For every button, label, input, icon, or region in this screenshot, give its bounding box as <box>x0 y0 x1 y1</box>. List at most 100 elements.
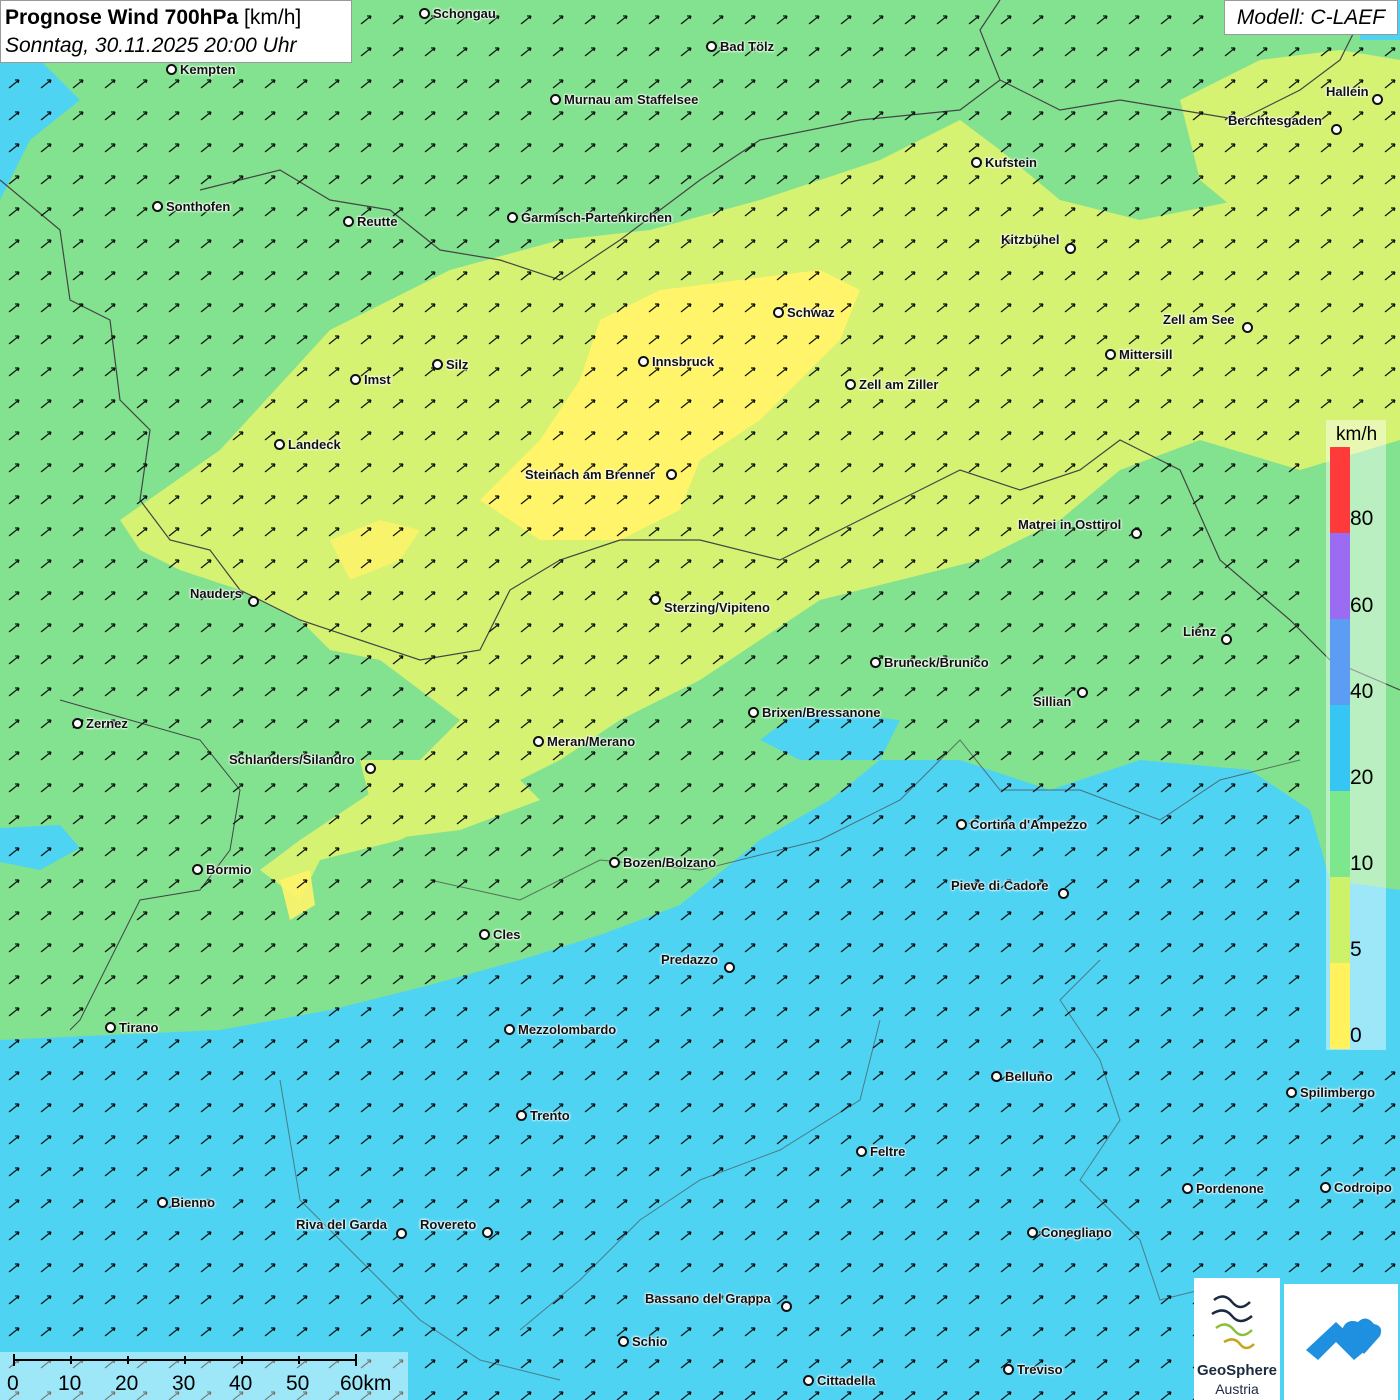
city-label: Schwaz <box>787 305 835 320</box>
city-label: Codroipo <box>1334 1180 1392 1195</box>
city-marker <box>504 1024 515 1035</box>
city-label: Zell am See <box>1163 312 1235 327</box>
city-marker <box>550 94 561 105</box>
city-label: Schlanders/Silandro <box>229 752 355 767</box>
scale-label-10: 10 <box>58 1372 82 1395</box>
legend-tick-60: 60 <box>1350 594 1374 617</box>
city-marker <box>365 763 376 774</box>
legend-tick-10: 10 <box>1350 852 1374 875</box>
city-marker <box>1286 1087 1297 1098</box>
wind-forecast-map: Schongau Bad Tölz Kempten Murnau am Staffel… <box>0 0 1400 1400</box>
city-marker <box>856 1146 867 1157</box>
city-label: Murnau am Staffelsee <box>564 92 699 107</box>
legend-bar-5 <box>1330 877 1350 963</box>
mountain-cloud-icon <box>1306 1318 1382 1360</box>
city-label: Cortina d'Ampezzo <box>970 817 1088 832</box>
city-label: Matrei in Osttirol <box>1018 517 1122 532</box>
city-label: Meran/Merano <box>547 734 636 749</box>
scale-label-0: 0 <box>7 1372 19 1395</box>
city-marker <box>479 929 490 940</box>
city-marker <box>248 596 259 607</box>
city-marker <box>157 1197 168 1208</box>
city-label: Trento <box>530 1108 570 1123</box>
city-marker <box>638 356 649 367</box>
city-label: Kitzbühel <box>1001 232 1060 247</box>
city-marker <box>609 857 620 868</box>
title: Prognose Wind 700hPa [km/h] <box>5 4 347 32</box>
city-label: Mezzolombardo <box>518 1022 617 1037</box>
city-marker <box>419 8 430 19</box>
city-label: Belluno <box>1005 1069 1053 1084</box>
city-marker <box>1003 1364 1014 1375</box>
legend-tick-0: 0 <box>1350 1024 1362 1047</box>
city-label: Bruneck/Brunico <box>884 655 989 670</box>
city-marker <box>991 1071 1002 1082</box>
title-box: Prognose Wind 700hPa [km/h] Sonntag, 30.… <box>0 0 352 63</box>
city-label: Silz <box>446 357 469 372</box>
city-marker <box>845 379 856 390</box>
city-label: Hallein <box>1326 84 1369 99</box>
city-marker <box>724 962 735 973</box>
city-marker <box>1058 888 1069 899</box>
city-marker <box>1331 124 1342 135</box>
city-label: Mittersill <box>1119 347 1173 362</box>
city-marker <box>1065 243 1076 254</box>
legend-tick-80: 80 <box>1350 507 1374 530</box>
city-marker <box>1105 349 1116 360</box>
city-label: Cles <box>493 927 521 942</box>
legend-tick-5: 5 <box>1350 938 1362 961</box>
city-marker <box>152 201 163 212</box>
scale-label-50: 50 <box>286 1372 310 1395</box>
city-label: Brixen/Bressanone <box>762 705 881 720</box>
city-label: Reutte <box>357 214 398 229</box>
city-label: Schongau <box>433 6 496 21</box>
city-marker <box>396 1228 407 1239</box>
city-marker <box>350 374 361 385</box>
city-marker <box>956 819 967 830</box>
city-marker <box>773 307 784 318</box>
title-main: Prognose Wind 700hPa <box>5 6 239 29</box>
geosphere-country: Austria <box>1215 1381 1259 1397</box>
city-marker <box>748 707 759 718</box>
city-marker <box>432 359 443 370</box>
city-label: Sterzing/Vipiteno <box>664 600 770 615</box>
city-marker <box>166 64 177 75</box>
city-marker <box>105 1022 116 1033</box>
city-marker <box>781 1301 792 1312</box>
city-label: Bienno <box>171 1195 216 1210</box>
city-label: Berchtesgaden <box>1228 113 1322 128</box>
legend-bar-40 <box>1330 619 1350 705</box>
city-marker <box>650 594 661 605</box>
scale-label-30: 30 <box>172 1372 196 1395</box>
city-marker <box>666 469 677 480</box>
city-label: Predazzo <box>661 952 719 967</box>
model-label: Modell: C-LAEF <box>1224 0 1398 35</box>
city-marker <box>803 1375 814 1386</box>
city-marker <box>1077 687 1088 698</box>
city-marker <box>1182 1183 1193 1194</box>
scale-bar-ticks <box>13 1354 357 1366</box>
legend-bar-60 <box>1330 533 1350 619</box>
city-label: Pieve di Cadore <box>951 878 1049 893</box>
city-marker <box>971 157 982 168</box>
city-marker <box>1320 1182 1331 1193</box>
city-label: Steinach am Brenner <box>525 467 656 482</box>
legend-bar-0 <box>1330 963 1350 1049</box>
city-marker <box>618 1336 629 1347</box>
city-marker <box>192 864 203 875</box>
city-marker <box>482 1227 493 1238</box>
city-label: Bad Tölz <box>720 39 775 54</box>
geosphere-emblem-icon <box>1211 1295 1255 1350</box>
city-label: Cittadella <box>817 1373 876 1388</box>
city-label: Nauders <box>190 586 243 601</box>
city-label: Bormio <box>206 862 252 877</box>
scale-label-40: 40 <box>229 1372 253 1395</box>
city-label: Feltre <box>870 1144 906 1159</box>
geosphere-logo: GeoSphere Austria <box>1194 1278 1280 1400</box>
city-marker <box>516 1110 527 1121</box>
city-marker <box>274 439 285 450</box>
title-unit: [km/h] <box>244 6 302 29</box>
city-marker <box>507 212 518 223</box>
city-label: Kempten <box>180 62 236 77</box>
city-label: Garmisch-Partenkirchen <box>521 210 673 225</box>
